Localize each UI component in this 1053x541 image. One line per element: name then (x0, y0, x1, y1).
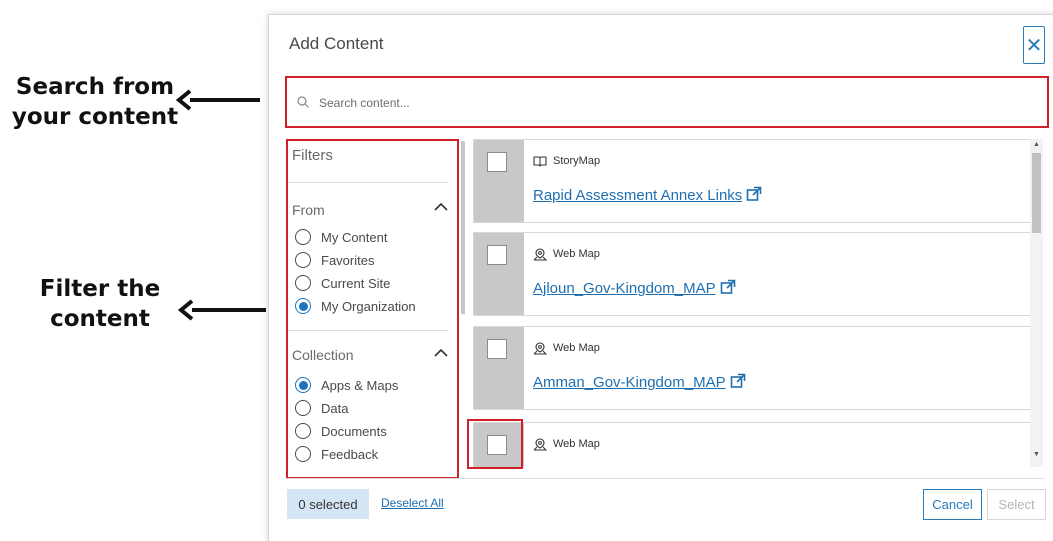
filter-option-my-content[interactable]: My Content (295, 227, 387, 247)
filters-panel: Filters From My Content Favorites Curren… (286, 139, 459, 479)
external-link-icon[interactable] (746, 186, 762, 202)
annotation-filter-line2: content (50, 306, 150, 332)
web-map-icon (533, 438, 547, 451)
radio-button-selected[interactable] (295, 298, 311, 314)
filters-title: Filters (292, 147, 333, 164)
results-list: StoryMap Rapid Assessment Annex Links We… (473, 139, 1043, 467)
item-type-label: Web Map (553, 248, 600, 260)
annotation-search-line2: your content (11, 104, 179, 130)
select-button[interactable]: Select (987, 489, 1046, 520)
item-title[interactable]: Rapid Assessment Annex Links (533, 187, 742, 204)
annotation-filter-line1: Filter the (39, 276, 161, 302)
filter-option-documents[interactable]: Documents (295, 421, 387, 441)
filter-option-label: My Organization (321, 298, 416, 314)
search-icon (297, 96, 309, 108)
result-card: Web Map Ajloun_Gov-Kingdom_MAP (473, 232, 1031, 316)
filter-option-label: Favorites (321, 252, 375, 268)
filters-divider (288, 330, 448, 331)
filter-option-label: Data (321, 400, 349, 416)
filter-option-current-site[interactable]: Current Site (295, 273, 390, 293)
scroll-up-icon[interactable]: ▲ (1033, 141, 1040, 148)
item-type-label: Web Map (553, 342, 600, 354)
item-checkbox[interactable] (487, 339, 507, 359)
selected-count-badge: 0 selected (287, 489, 369, 519)
cancel-button[interactable]: Cancel (923, 489, 982, 520)
filter-option-label: My Content (321, 229, 388, 245)
search-box (285, 76, 1049, 128)
item-type-label: StoryMap (553, 155, 601, 167)
filter-option-label: Documents (321, 423, 387, 439)
item-checkbox[interactable] (487, 245, 507, 265)
close-icon: ✕ (1025, 34, 1043, 57)
item-type-label: Web Map (553, 438, 600, 450)
item-title[interactable]: Ajloun_Gov-Kingdom_MAP (533, 280, 716, 297)
filter-option-apps-maps[interactable]: Apps & Maps (295, 375, 398, 395)
filter-option-feedback[interactable]: Feedback (295, 444, 378, 464)
search-input[interactable] (317, 91, 1021, 115)
item-title-link[interactable]: Amman_Gov-Kingdom_MAP (533, 373, 746, 391)
radio-button[interactable] (295, 275, 311, 291)
scroll-down-icon[interactable]: ▼ (1033, 451, 1040, 458)
filters-scrollbar[interactable] (461, 141, 465, 314)
result-card: Web Map Amman_Gov-Kingdom_MAP (473, 326, 1031, 410)
radio-button[interactable] (295, 252, 311, 268)
close-button[interactable]: ✕ (1023, 26, 1045, 64)
annotation-filter-label: Filter the content (20, 274, 180, 334)
filter-option-label: Current Site (321, 275, 391, 291)
filter-group-from-title: From (292, 202, 325, 218)
web-map-icon (533, 248, 547, 261)
footer-divider (285, 478, 1045, 479)
web-map-icon (533, 342, 547, 355)
storymap-icon (533, 156, 547, 167)
filter-option-favorites[interactable]: Favorites (295, 250, 374, 270)
filter-option-label: Feedback (321, 446, 379, 462)
filter-option-label: Apps & Maps (321, 377, 399, 393)
annotation-filter-arrow (178, 299, 266, 321)
filter-option-data[interactable]: Data (295, 398, 348, 418)
radio-button[interactable] (295, 400, 311, 416)
filter-group-collection-title: Collection (292, 347, 354, 363)
chevron-up-icon[interactable] (434, 348, 448, 358)
radio-button[interactable] (295, 229, 311, 245)
filter-option-my-organization[interactable]: My Organization (295, 296, 416, 316)
annotation-search-label: Search from your content (10, 72, 180, 132)
result-card: Web Map (473, 422, 1031, 467)
annotation-search-line1: Search from (15, 74, 175, 100)
item-checkbox[interactable] (487, 152, 507, 172)
item-title[interactable]: Amman_Gov-Kingdom_MAP (533, 374, 726, 391)
radio-button[interactable] (295, 423, 311, 439)
deselect-all-link[interactable]: Deselect All (381, 496, 444, 510)
result-card: StoryMap Rapid Assessment Annex Links (473, 139, 1031, 223)
chevron-up-icon[interactable] (434, 202, 448, 212)
external-link-icon[interactable] (720, 279, 736, 295)
item-title-link[interactable]: Rapid Assessment Annex Links (533, 186, 762, 204)
annotation-search-arrow (176, 89, 260, 111)
dialog-title: Add Content (289, 34, 384, 53)
radio-button[interactable] (295, 446, 311, 462)
filters-divider (288, 182, 448, 183)
results-scrollbar[interactable]: ▲ ▼ (1030, 139, 1043, 467)
scroll-thumb[interactable] (1032, 153, 1041, 233)
checkbox-highlight-box (467, 419, 523, 469)
radio-button-selected[interactable] (295, 377, 311, 393)
item-title-link[interactable]: Ajloun_Gov-Kingdom_MAP (533, 279, 736, 297)
external-link-icon[interactable] (730, 373, 746, 389)
